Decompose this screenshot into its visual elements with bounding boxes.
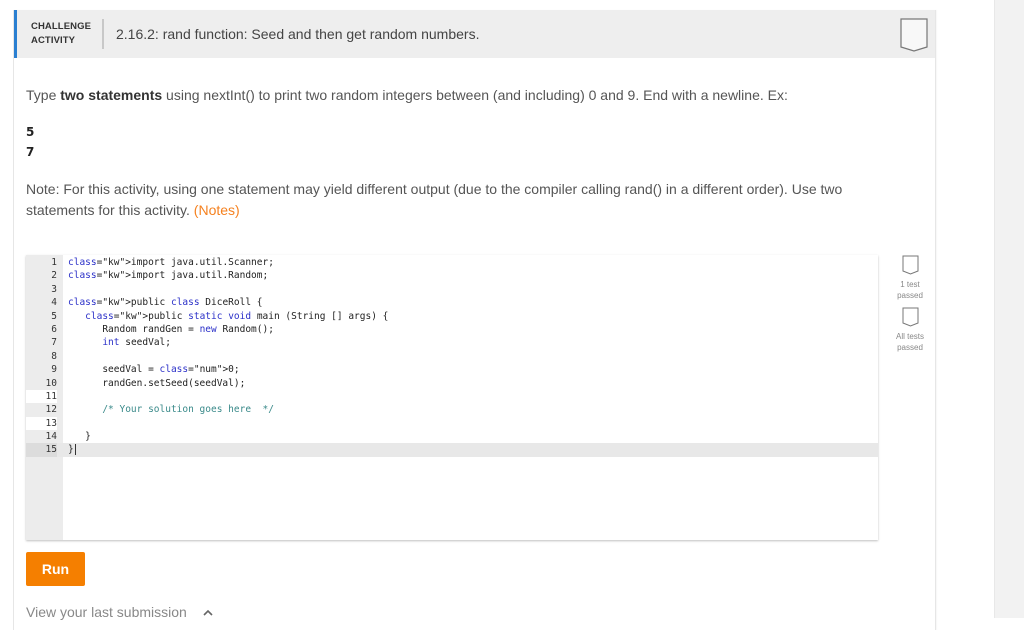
header-divider <box>102 19 104 49</box>
instructions-suffix: using nextInt() to print two random inte… <box>162 87 788 103</box>
code-text[interactable]: class="kw">import java.util.Scanner; <box>68 256 274 269</box>
code-lines[interactable]: 1 class="kw">import java.util.Scanner; 2 cl… <box>26 256 878 457</box>
line-number: 5 <box>26 309 57 323</box>
badge-outline-icon <box>902 307 918 327</box>
line-number: 8 <box>26 349 57 364</box>
line-number: 11 <box>26 389 57 404</box>
chevron-up-icon <box>203 610 213 616</box>
example-output: 5 7 <box>26 122 34 162</box>
test-results: 1 test passed All tests passed <box>893 255 927 359</box>
test-result-label-line2: passed <box>897 343 923 352</box>
code-line[interactable]: 5 class="kw">public static void main (St… <box>26 309 878 323</box>
line-number: 12 <box>26 403 57 417</box>
code-editor[interactable]: 1 class="kw">import java.util.Scanner; 2 cl… <box>26 255 878 540</box>
notes-link[interactable]: (Notes) <box>194 202 240 218</box>
code-line[interactable]: 7 int seedVal; <box>26 336 878 350</box>
test-result-label: 1 test passed <box>893 279 927 301</box>
code-text[interactable]: class="kw">public class DiceRoll { <box>68 296 263 309</box>
code-text[interactable]: /* Your solution goes here */ <box>68 403 274 416</box>
badge-outline-icon <box>902 255 918 275</box>
text-cursor <box>74 444 76 456</box>
line-number: 10 <box>26 376 57 390</box>
activity-header: CHALLENGE ACTIVITY 2.16.2: rand function… <box>14 10 935 58</box>
code-line[interactable]: 14 } <box>26 430 878 444</box>
line-number: 6 <box>26 322 57 337</box>
challenge-activity-card: CHALLENGE ACTIVITY 2.16.2: rand function… <box>13 10 936 630</box>
test-result-label-line2: passed <box>897 291 923 300</box>
code-text[interactable]: int seedVal; <box>68 336 171 349</box>
line-number: 7 <box>26 336 57 350</box>
code-text[interactable]: } <box>68 443 76 456</box>
code-text[interactable]: class="kw">public static void main (Stri… <box>68 310 388 323</box>
instructions-prefix: Type <box>26 87 61 103</box>
code-line[interactable]: 1 class="kw">import java.util.Scanner; <box>26 256 878 270</box>
line-number: 13 <box>26 416 57 431</box>
side-panel <box>994 0 1024 618</box>
line-number: 4 <box>26 296 57 310</box>
code-line[interactable]: 10 randGen.setSeed(seedVal); <box>26 376 878 390</box>
line-number: 15 <box>26 443 57 457</box>
code-line[interactable]: 13 <box>26 416 878 431</box>
code-text[interactable]: } <box>68 430 91 443</box>
code-line[interactable]: 2 class="kw">import java.util.Random; <box>26 269 878 283</box>
activity-type-line1: CHALLENGE <box>31 21 92 32</box>
test-result-all: All tests passed <box>893 307 927 353</box>
code-text[interactable]: class="kw">import java.util.Random; <box>68 269 268 282</box>
note-body: Note: For this activity, using one state… <box>26 181 843 218</box>
example-output-line: 7 <box>26 145 35 159</box>
example-output-line: 5 <box>26 125 35 139</box>
line-number: 3 <box>26 282 57 297</box>
code-text[interactable]: Random randGen = new Random(); <box>68 323 274 336</box>
instructions-bold: two statements <box>60 87 163 103</box>
code-line[interactable]: 4 class="kw">public class DiceRoll { <box>26 296 878 310</box>
code-text[interactable]: seedVal = class="num">0; <box>68 363 239 376</box>
code-line[interactable]: 12 /* Your solution goes here */ <box>26 403 878 417</box>
completion-badge-icon <box>900 18 928 52</box>
code-line[interactable]: 3 <box>26 282 878 297</box>
line-number: 1 <box>26 256 57 270</box>
code-line[interactable]: 15} <box>26 443 878 457</box>
code-text[interactable]: randGen.setSeed(seedVal); <box>68 377 245 390</box>
activity-type-line2: ACTIVITY <box>31 35 76 46</box>
run-button[interactable]: Run <box>26 552 85 586</box>
code-line[interactable]: 11 <box>26 389 878 404</box>
activity-title: 2.16.2: rand function: Seed and then get… <box>116 26 480 42</box>
instructions: Type two statements using nextInt() to p… <box>26 86 906 104</box>
code-line[interactable]: 6 Random randGen = new Random(); <box>26 322 878 337</box>
code-line[interactable]: 8 <box>26 349 878 364</box>
line-number: 2 <box>26 269 57 283</box>
activity-type-label: CHALLENGE ACTIVITY <box>31 20 91 48</box>
test-result-label: All tests passed <box>893 331 927 353</box>
line-number: 9 <box>26 363 57 377</box>
note-text: Note: For this activity, using one state… <box>26 179 886 221</box>
test-result-label-line1: All tests <box>895 332 924 341</box>
test-result-one: 1 test passed <box>893 255 927 301</box>
code-line[interactable]: 9 seedVal = class="num">0; <box>26 363 878 377</box>
line-number: 14 <box>26 430 57 444</box>
test-result-label-line1: 1 test <box>900 280 920 289</box>
